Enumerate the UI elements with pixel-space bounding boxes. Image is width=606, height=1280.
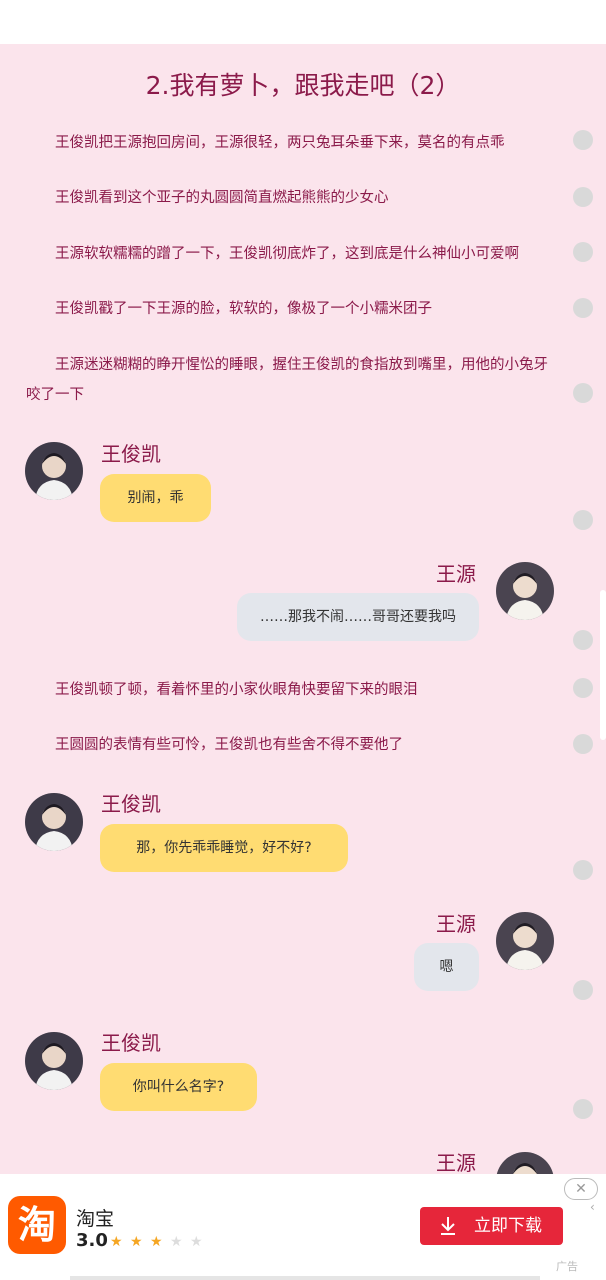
close-ad-button[interactable]: ✕ [564, 1178, 598, 1200]
paragraph: 王俊凯戳了一下王源的脸，软软的，像极了一个小糯米团子 [55, 301, 432, 317]
chat-bubble: 别闹，乖 [100, 474, 211, 522]
paragraph: 王俊凯顿了顿，看着怀里的小家伙眼角快要留下来的眼泪 [55, 682, 418, 698]
comment-dot[interactable] [573, 130, 593, 150]
speaker-name: 王源 [436, 562, 476, 586]
paragraph: 王圆圆的表情有些可怜，王俊凯也有些舍不得不要他了 [55, 737, 403, 753]
chat-bubble: 那，你先乖乖睡觉，好不好? [100, 824, 348, 872]
ad-app-name: 淘宝 [76, 1208, 115, 1230]
star-icon: ★ [130, 1234, 143, 1250]
comment-dot[interactable] [573, 630, 593, 650]
status-bar [0, 0, 606, 44]
comment-dot[interactable] [573, 734, 593, 754]
speaker-name: 王俊凯 [101, 792, 161, 816]
avatar[interactable] [25, 442, 83, 500]
avatar[interactable] [25, 1032, 83, 1090]
chat-bubble: 你叫什么名字? [100, 1063, 257, 1111]
comment-dot[interactable] [573, 383, 593, 403]
star-icon: ★ [190, 1234, 203, 1250]
download-label: 立即下载 [474, 1216, 542, 1236]
star-icon: ★ [150, 1234, 163, 1250]
speaker-name: 王俊凯 [101, 442, 161, 466]
star-icon: ★ [170, 1234, 183, 1250]
download-button[interactable]: 立即下载 [420, 1207, 563, 1245]
avatar[interactable] [496, 562, 554, 620]
ad-banner[interactable]: 淘 淘宝 3.0 ★ ★ ★ ★ ★ 立即下载 ✕ ‹ 广告 [0, 1174, 606, 1280]
chapter-title: 2.我有萝卜，跟我走吧（2） [145, 71, 461, 100]
speaker-name: 王俊凯 [101, 1031, 161, 1055]
chevron-left-icon[interactable]: ‹ [590, 1200, 595, 1214]
chat-bubble: 嗯 [414, 943, 479, 991]
bottom-divider [70, 1276, 540, 1280]
download-icon [441, 1217, 455, 1235]
chapter-content[interactable]: 2.我有萝卜，跟我走吧（2） 王俊凯把王源抱回房间，王源很轻，两只兔耳朵垂下来，… [0, 44, 606, 1174]
paragraph: 王俊凯看到这个亚子的丸圆圆简直燃起熊熊的少女心 [55, 190, 389, 206]
comment-dot[interactable] [573, 298, 593, 318]
speaker-name: 王源 [436, 1151, 476, 1174]
avatar[interactable] [496, 1152, 554, 1174]
speaker-name: 王源 [436, 912, 476, 936]
comment-dot[interactable] [573, 187, 593, 207]
ad-tag: 广告 [556, 1260, 578, 1273]
ad-rating-value: 3.0 [76, 1230, 108, 1251]
comment-dot[interactable] [573, 510, 593, 530]
avatar[interactable] [25, 793, 83, 851]
paragraph: 王源软软糯糯的蹭了一下，王俊凯彻底炸了，这到底是什么神仙小可爱啊 [55, 246, 519, 262]
comment-dot[interactable] [573, 242, 593, 262]
avatar[interactable] [496, 912, 554, 970]
taobao-logo-icon[interactable]: 淘 [8, 1196, 66, 1254]
paragraph: 王源迷迷糊糊的睁开惺忪的睡眼，握住王俊凯的食指放到嘴里，用他的小兔牙咬了一下 [26, 357, 548, 403]
comment-dot[interactable] [573, 1099, 593, 1119]
comment-dot[interactable] [573, 980, 593, 1000]
chat-bubble: ……那我不闹……哥哥还要我吗 [237, 593, 479, 641]
comment-dot[interactable] [573, 860, 593, 880]
paragraph: 王俊凯把王源抱回房间，王源很轻，两只兔耳朵垂下来，莫名的有点乖 [55, 135, 505, 151]
scroll-handle[interactable] [600, 590, 606, 740]
star-icon: ★ [110, 1234, 123, 1250]
comment-dot[interactable] [573, 678, 593, 698]
